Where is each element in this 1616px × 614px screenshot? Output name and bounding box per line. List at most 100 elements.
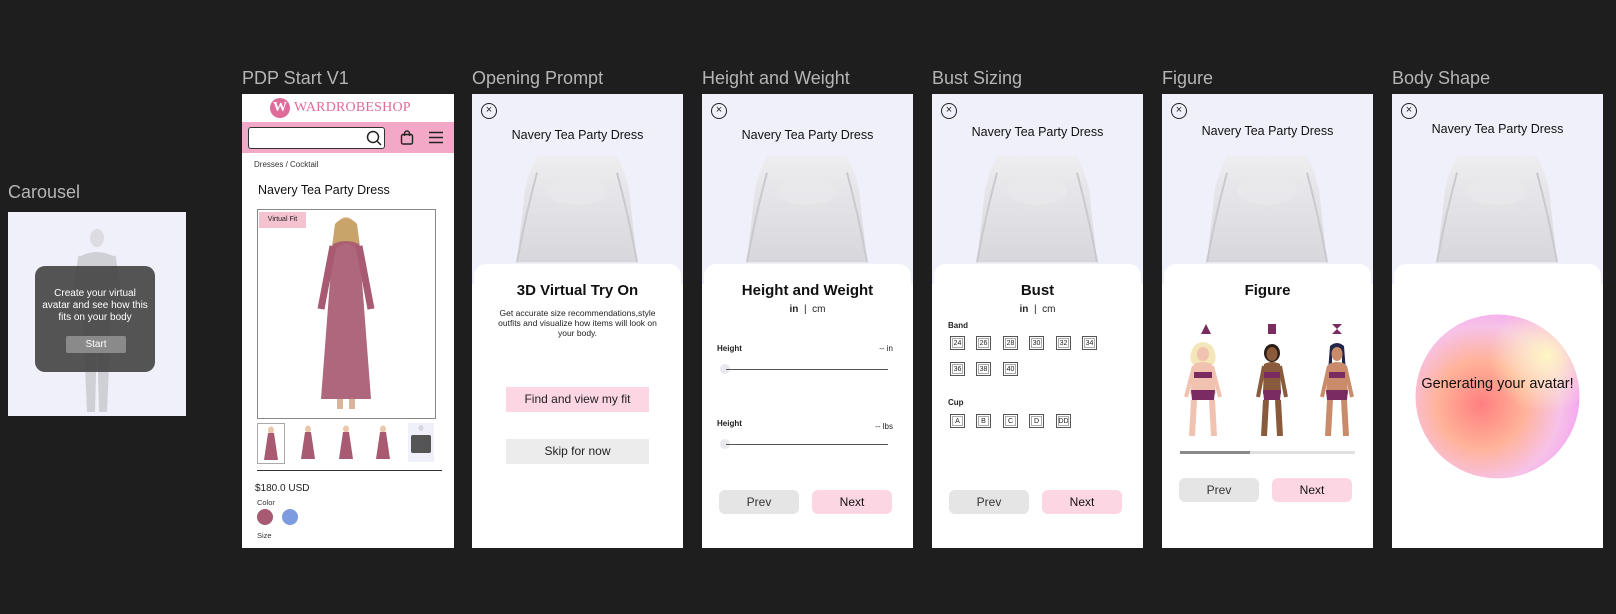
- dress-thumb-image: [264, 426, 278, 460]
- unit-cm[interactable]: cm: [812, 304, 825, 315]
- frame-label-carousel: Carousel: [8, 182, 81, 202]
- unit-in[interactable]: in: [1020, 304, 1029, 315]
- thumbnail-1[interactable]: [257, 423, 285, 464]
- logo-text[interactable]: WARDROBESHOP: [294, 100, 411, 116]
- bottom-sheet: Bust in | cm Band 24 26 28 30 32 34 36 3…: [934, 264, 1141, 548]
- unit-separator: |: [803, 304, 807, 315]
- cup-option[interactable]: B: [976, 414, 991, 428]
- unit-cm[interactable]: cm: [1042, 304, 1055, 315]
- unit-in[interactable]: in: [790, 304, 799, 315]
- band-option[interactable]: 28: [1003, 336, 1018, 350]
- size-label: Size: [257, 531, 272, 540]
- slider-value-weight: -- lbs: [875, 422, 893, 431]
- create-avatar-overlay: Create your virtual avatar and see how t…: [35, 266, 155, 372]
- virtual-fit-badge[interactable]: Virtual Fit: [259, 212, 306, 228]
- band-option[interactable]: 36: [950, 362, 965, 376]
- color-swatch-blue[interactable]: [282, 509, 298, 525]
- dress-thumb-image: [301, 425, 315, 459]
- thumbnail-4[interactable]: [370, 423, 396, 462]
- band-option[interactable]: 40: [1003, 362, 1018, 376]
- band-option[interactable]: 34: [1082, 336, 1097, 350]
- search-input[interactable]: [248, 127, 385, 149]
- slider-value-height: -- in: [879, 344, 893, 353]
- close-icon[interactable]: ×: [1171, 103, 1187, 119]
- start-button[interactable]: Start: [66, 336, 126, 353]
- thumbnail-3[interactable]: [333, 423, 359, 462]
- figure-option-2[interactable]: [1249, 342, 1295, 438]
- dress-thumb-image: [339, 425, 353, 459]
- cup-label: Cup: [948, 398, 964, 407]
- skip-button[interactable]: Skip for now: [506, 439, 649, 464]
- figure-frame: × Navery Tea Party Dress Figure Prev Nex…: [1162, 94, 1373, 548]
- cup-option[interactable]: A: [950, 414, 965, 428]
- frame-label-bust: Bust Sizing: [932, 68, 1023, 88]
- cup-option[interactable]: C: [1003, 414, 1018, 428]
- bust-sizing-frame: × Navery Tea Party Dress Bust in | cm Ba…: [932, 94, 1143, 548]
- bottom-sheet: 3D Virtual Try On Get accurate size reco…: [474, 264, 681, 548]
- intro-description: Get accurate size recommendations,style …: [498, 308, 657, 338]
- band-option[interactable]: 24: [950, 336, 965, 350]
- unit-separator: |: [1033, 304, 1037, 315]
- close-icon[interactable]: ×: [941, 103, 957, 119]
- opening-prompt-frame: × Navery Tea Party Dress 3D Virtual Try …: [472, 94, 683, 548]
- product-main-image[interactable]: Virtual Fit: [257, 209, 436, 419]
- next-button[interactable]: Next: [1272, 478, 1352, 502]
- next-button[interactable]: Next: [1042, 490, 1122, 514]
- product-name: Navery Tea Party Dress: [971, 125, 1104, 139]
- bottom-sheet: Figure Prev Next: [1164, 264, 1371, 548]
- prev-button[interactable]: Prev: [949, 490, 1029, 514]
- unit-toggle[interactable]: in | cm: [704, 304, 911, 315]
- close-icon[interactable]: ×: [1401, 103, 1417, 119]
- frame-label-body-shape: Body Shape: [1392, 68, 1491, 88]
- band-label: Band: [948, 321, 968, 330]
- thumbnail-virtual-fit[interactable]: [408, 423, 434, 462]
- band-option[interactable]: 30: [1029, 336, 1044, 350]
- progress-fill: [1180, 451, 1250, 454]
- find-my-fit-button[interactable]: Find and view my fit: [506, 387, 649, 412]
- unit-toggle[interactable]: in | cm: [934, 304, 1141, 315]
- color-swatch-mauve[interactable]: [257, 509, 273, 525]
- thumbnail-2[interactable]: [295, 423, 321, 462]
- shopping-bag-icon[interactable]: [400, 130, 414, 145]
- avatar-area: [472, 94, 683, 284]
- frame-label-height-weight: Height and Weight: [702, 68, 850, 88]
- cup-option[interactable]: D: [1029, 414, 1044, 428]
- bottom-sheet: Generating your avatar!: [1394, 264, 1601, 548]
- weight-slider-track[interactable]: [726, 444, 888, 445]
- band-option[interactable]: 38: [976, 362, 991, 376]
- figure-option-1[interactable]: [1180, 342, 1226, 438]
- prev-button[interactable]: Prev: [1179, 478, 1259, 502]
- body-shape-frame: × Navery Tea Party Dress Generating your…: [1392, 94, 1603, 548]
- menu-icon[interactable]: [428, 131, 444, 144]
- rectangle-shape-icon[interactable]: [1268, 324, 1276, 334]
- logo-icon[interactable]: W: [270, 98, 290, 118]
- frame-label-figure: Figure: [1162, 68, 1214, 88]
- avatar-thumb-icon: [411, 425, 431, 453]
- carousel-frame: Create your virtual avatar and see how t…: [8, 212, 186, 416]
- breadcrumb[interactable]: Dresses / Cocktail: [254, 160, 318, 169]
- avatar-area: [932, 94, 1143, 284]
- figure-option-3[interactable]: [1314, 342, 1360, 438]
- height-slider-track[interactable]: [726, 369, 888, 370]
- hourglass-shape-icon[interactable]: [1332, 324, 1342, 334]
- close-icon[interactable]: ×: [481, 103, 497, 119]
- slider-label-height: Height: [717, 344, 742, 353]
- search-bar: [242, 122, 454, 153]
- dress-model-image: [317, 217, 375, 409]
- bottom-sheet: Height and Weight in | cm Height -- in H…: [704, 264, 911, 548]
- close-icon[interactable]: ×: [711, 103, 727, 119]
- product-name: Navery Tea Party Dress: [511, 128, 644, 142]
- product-name: Navery Tea Party Dress: [1431, 122, 1564, 136]
- triangle-shape-icon[interactable]: [1201, 324, 1211, 334]
- price: $180.0 USD: [255, 483, 310, 494]
- band-option[interactable]: 32: [1056, 336, 1071, 350]
- dress-thumb-image: [376, 425, 390, 459]
- next-button[interactable]: Next: [812, 490, 892, 514]
- height-weight-frame: × Navery Tea Party Dress Height and Weig…: [702, 94, 913, 548]
- pdp-frame: W WARDROBESHOP Dresses / Cocktail Navery…: [242, 94, 454, 548]
- cup-option[interactable]: DD: [1056, 414, 1071, 428]
- band-option[interactable]: 26: [976, 336, 991, 350]
- search-icon[interactable]: [366, 130, 382, 146]
- divider: [257, 470, 442, 471]
- prev-button[interactable]: Prev: [719, 490, 799, 514]
